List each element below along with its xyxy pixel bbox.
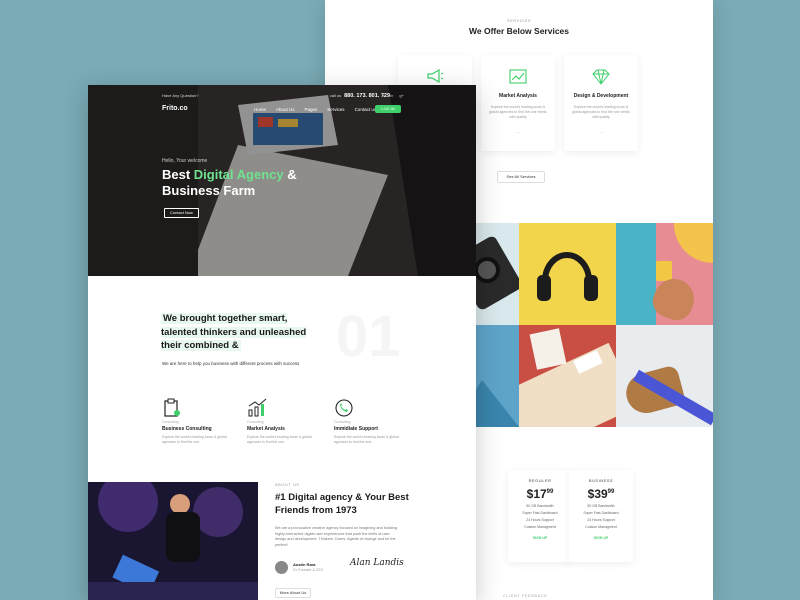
google-plus-icon[interactable]: g+ — [399, 93, 404, 98]
facebook-icon[interactable]: f — [376, 93, 377, 98]
growth-chart-icon — [248, 398, 267, 417]
megaphone-icon — [427, 69, 444, 83]
more-about-us-button[interactable]: More About Us — [275, 588, 311, 598]
about-kicker: ABOUT US — [275, 482, 300, 487]
intro-subtitle: We are here to help you business with di… — [162, 361, 300, 366]
service-card-market-analysis[interactable]: Market Analysis Explore the world's lead… — [481, 55, 555, 151]
feature-desc: Explore the world's leading locan & glob… — [334, 435, 399, 444]
twitter-icon[interactable]: t — [383, 93, 384, 98]
plan-feature: Custom Managment — [585, 525, 617, 529]
intro-title: We brought together smart, talented thin… — [161, 313, 307, 351]
front-page: Have Any Question? call us 880. 173. 801.… — [88, 85, 476, 600]
plan-feature: 24 Hours Support — [587, 518, 615, 522]
pricing-card-business: BUSINESS $3999 50 GB Bandwidth Super Fas… — [569, 470, 633, 562]
contact-now-button[interactable]: Contact Now — [164, 208, 199, 218]
feature-desc: Explore the world's leading locan & glob… — [162, 435, 227, 444]
plan-feature: 50 GB Bandwidth — [526, 504, 554, 508]
sign-up-link[interactable]: SIGN UP — [569, 536, 633, 540]
signature: Alan Landis — [350, 558, 404, 568]
feature-name: Market Analysis — [247, 426, 285, 432]
chart-icon — [509, 69, 527, 84]
plan-feature: 50 GB Bandwidth — [587, 504, 615, 508]
pricing-card-reguler: REGULER $1799 50 GB Bandwidth Super Fast… — [508, 470, 572, 562]
feature-kicker: Consulting — [334, 420, 351, 424]
service-name: Design & Development — [573, 93, 629, 99]
feature-kicker: Consulting — [162, 420, 179, 424]
plan-feature: 24 Hours Support — [526, 518, 554, 522]
support-phone-icon — [335, 399, 353, 417]
stationery-tile — [519, 325, 616, 427]
about-title: #1 Digital agency & Your Best Friends fr… — [275, 492, 409, 516]
avatar — [275, 561, 288, 574]
hero-title: Best Digital Agency & Business Farm — [162, 167, 297, 198]
service-more[interactable]: — — [564, 130, 638, 134]
social-links: f t in g+ — [376, 93, 404, 98]
service-name: Market Analysis — [499, 93, 537, 99]
coffee-cup-tile — [616, 223, 713, 325]
nav-contact[interactable]: Contact us — [355, 107, 377, 112]
plan-price: $3999 — [587, 487, 615, 501]
about-description: We are a provocative creative agency foc… — [275, 526, 397, 547]
hero-greeting: Hello, Your welcome — [162, 158, 208, 164]
nav-home[interactable]: Home — [254, 107, 266, 112]
feature-name: Immidiate Support — [334, 426, 378, 432]
feature-desc: Explore the world's leading locan & glob… — [247, 435, 312, 444]
main-nav: Home About Us Pages Services Contact us — [254, 107, 376, 112]
nav-pages[interactable]: Pages — [305, 107, 318, 112]
plan-feature: Super Fast Dashboard — [583, 511, 619, 515]
hero-section: Have Any Question? call us 880. 173. 801.… — [88, 85, 476, 276]
service-card-design-development[interactable]: Design & Development Explore the world's… — [564, 55, 638, 151]
feature-business-consulting[interactable]: Consulting Business Consulting Explore t… — [162, 398, 234, 445]
client-feedback-kicker: CLIENT FEEDBACK — [503, 593, 548, 598]
diamond-icon — [592, 69, 610, 85]
plan-name: REGULER — [528, 478, 552, 483]
plan-name: BUSINESS — [588, 478, 614, 483]
service-desc: Explore the world's leading locan & glob… — [572, 105, 630, 119]
service-more[interactable]: — — [481, 130, 555, 134]
services-kicker: SERVICES — [506, 18, 532, 23]
linkedin-icon[interactable]: in — [390, 93, 393, 98]
login-button[interactable]: LOG IN — [375, 105, 401, 113]
plan-feature: Custom Managment — [524, 525, 556, 529]
have-question-text: Have Any Question? — [162, 93, 199, 98]
pencil-tile — [616, 325, 713, 427]
section-number: 01 — [336, 304, 401, 369]
about-image — [88, 482, 258, 600]
feature-kicker: Consulting — [247, 420, 264, 424]
clipboard-icon — [164, 398, 180, 417]
top-bar: Have Any Question? call us 880. 173. 801.… — [162, 93, 390, 101]
logo[interactable]: Frito.co — [162, 105, 188, 112]
feature-market-analysis[interactable]: Consulting Market Analysis Explore the w… — [247, 398, 319, 445]
nav-services[interactable]: Services — [327, 107, 344, 112]
author-role: Co Founder & CEO — [293, 568, 324, 572]
author-name: Austin Rara — [293, 562, 316, 567]
sign-up-link[interactable]: SIGN UP — [508, 536, 572, 540]
feature-name: Business Consulting — [162, 426, 212, 432]
plan-feature: Super Fast Dashboard — [522, 511, 558, 515]
see-all-services-button[interactable]: See All Services — [497, 171, 545, 183]
plan-price: $1799 — [526, 487, 554, 501]
service-desc: Explore the world's leading locan & glob… — [489, 105, 547, 119]
nav-about[interactable]: About Us — [276, 107, 295, 112]
feature-immidiate-support[interactable]: Consulting Immidiate Support Explore the… — [334, 398, 406, 445]
headphones-icon — [537, 252, 598, 301]
services-title: We Offer Below Services — [469, 26, 569, 36]
headphones-tile — [519, 223, 616, 325]
